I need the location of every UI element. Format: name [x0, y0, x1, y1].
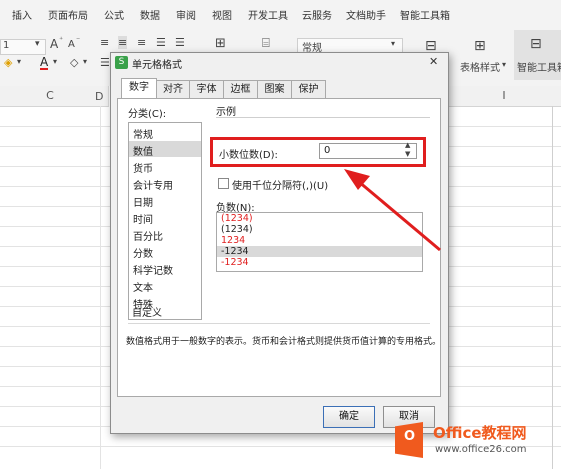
- negative-option-red-paren[interactable]: (1234): [221, 213, 253, 224]
- dialog-title: 单元格格式: [132, 60, 182, 71]
- tab-protection[interactable]: 保护: [291, 80, 326, 98]
- tab-page-layout[interactable]: 页面布局: [48, 7, 88, 22]
- merge-center-icon[interactable]: ⊞: [215, 36, 226, 51]
- annotation-arrow: [344, 169, 441, 252]
- tab-data[interactable]: 数据: [140, 7, 160, 22]
- chevron-down-icon[interactable]: ▾: [53, 57, 57, 66]
- font-grow-icon[interactable]: A: [50, 37, 58, 51]
- toolbox-icon: ⊟: [530, 36, 542, 52]
- tab-review[interactable]: 审阅: [176, 7, 196, 22]
- chevron-down-icon[interactable]: ▾: [83, 57, 87, 66]
- align-top-icon[interactable]: ≡: [100, 36, 109, 49]
- tab-alignment[interactable]: 对齐: [156, 80, 190, 98]
- column-label-c: C: [46, 89, 54, 102]
- tab-pattern[interactable]: 图案: [257, 80, 292, 98]
- list-item-scientific[interactable]: 科学记数: [133, 262, 173, 277]
- sample-divider: [216, 117, 430, 118]
- list-item-date[interactable]: 日期: [133, 194, 153, 209]
- list-item-text[interactable]: 文本: [133, 279, 153, 294]
- tab-font[interactable]: 字体: [189, 80, 224, 98]
- category-description: 数值格式用于一般数字的表示。货币和会计格式则提供货币值计算的专用格式。: [126, 337, 442, 347]
- tab-smart-toolbox[interactable]: 智能工具箱: [400, 7, 450, 22]
- list-item-currency[interactable]: 货币: [133, 160, 153, 175]
- negative-option-paren[interactable]: (1234): [221, 224, 253, 235]
- indent-increase-icon[interactable]: ☰: [175, 36, 185, 49]
- font-shrink-icon[interactable]: A: [68, 39, 75, 50]
- office-logo-letter-icon: O: [404, 429, 416, 444]
- tab-view[interactable]: 视图: [212, 7, 232, 22]
- list-item-time[interactable]: 时间: [133, 211, 153, 226]
- align-left-icon[interactable]: ☰: [100, 56, 110, 69]
- negative-option-minus[interactable]: -1234: [221, 246, 249, 257]
- tab-number[interactable]: 数字: [121, 78, 157, 98]
- indent-decrease-icon[interactable]: ☰: [156, 36, 166, 49]
- sample-label: 示例: [216, 107, 236, 118]
- list-item-percentage[interactable]: 百分比: [133, 228, 163, 243]
- negative-option-red-minus[interactable]: -1234: [221, 257, 249, 268]
- list-item-accounting[interactable]: 会计专用: [133, 177, 173, 192]
- app-logo-icon: S: [115, 56, 128, 69]
- align-middle-icon[interactable]: ≡: [118, 36, 128, 49]
- tab-insert[interactable]: 插入: [12, 7, 32, 22]
- table-style-icon[interactable]: ⊞: [474, 38, 486, 54]
- font-size-text: 1: [3, 40, 10, 51]
- list-item-fraction[interactable]: 分数: [133, 245, 153, 260]
- thousands-separator-checkbox[interactable]: [218, 178, 229, 189]
- ok-button[interactable]: 确定: [323, 406, 375, 428]
- decimal-places-label: 小数位数(D):: [219, 150, 278, 161]
- spin-up-icon[interactable]: ▲: [405, 141, 410, 149]
- tab-developer[interactable]: 开发工具: [248, 7, 288, 22]
- description-divider: [128, 323, 430, 324]
- thousands-separator-label: 使用千位分隔符(,)(U): [232, 181, 329, 192]
- watermark-url: www.office26.com: [435, 444, 527, 455]
- list-item-general[interactable]: 常规: [133, 126, 153, 141]
- clear-format-icon[interactable]: ◇: [70, 56, 78, 69]
- wrap-text-icon[interactable]: ⌸: [262, 36, 270, 51]
- column-label-i: I: [502, 89, 506, 102]
- fill-color-icon[interactable]: ◈: [4, 56, 12, 69]
- tab-doc-assistant[interactable]: 文档助手: [346, 7, 386, 22]
- tab-border[interactable]: 边框: [223, 80, 258, 98]
- dialog-titlebar[interactable]: S 单元格格式 ✕: [111, 53, 448, 73]
- close-icon[interactable]: ✕: [429, 55, 438, 68]
- column-label-d: D: [95, 90, 104, 103]
- smart-toolbox-button[interactable]: ⊟ 智能工具箱: [514, 30, 561, 80]
- chevron-down-icon: ▾: [35, 39, 40, 49]
- chevron-down-icon[interactable]: ▾: [17, 57, 21, 66]
- font-color-icon[interactable]: A: [40, 56, 49, 70]
- tab-cloud[interactable]: 云服务: [302, 7, 332, 22]
- category-label: 分类(C):: [128, 109, 167, 120]
- align-bottom-icon[interactable]: ≡: [137, 36, 146, 49]
- list-item-custom[interactable]: 自定义: [132, 304, 162, 319]
- font-size-box[interactable]: 1 ▾: [0, 39, 46, 55]
- column-header-c[interactable]: C: [0, 86, 101, 107]
- chevron-down-icon: ▾: [391, 39, 396, 48]
- ribbon-tab-bar: 插入 页面布局 公式 数据 审阅 视图 开发工具 云服务 文档助手 智能工具箱: [0, 0, 561, 26]
- font-shrink-arrow-icon: ⁻: [76, 35, 81, 44]
- category-list[interactable]: 常规 数值 货币 会计专用 日期 时间 百分比 分数 科学记数 文本 特殊: [128, 122, 202, 320]
- font-grow-arrow-icon: ⁺: [59, 35, 64, 44]
- smart-toolbox-label: 智能工具箱: [517, 63, 561, 74]
- watermark-brand: Office教程网: [433, 424, 527, 442]
- arrow-shaft: [351, 174, 441, 252]
- column-header-i[interactable]: I: [447, 86, 561, 107]
- list-item-number[interactable]: 数值: [133, 143, 153, 158]
- chevron-down-icon[interactable]: ▾: [502, 60, 506, 69]
- table-style-button[interactable]: 表格样式: [460, 59, 500, 74]
- negative-option-red[interactable]: 1234: [221, 235, 245, 246]
- watermark: O Office教程网 www.office26.com: [395, 420, 555, 464]
- column-line: [100, 106, 101, 469]
- scrollbar-line: [552, 106, 553, 469]
- tab-formulas[interactable]: 公式: [104, 7, 124, 22]
